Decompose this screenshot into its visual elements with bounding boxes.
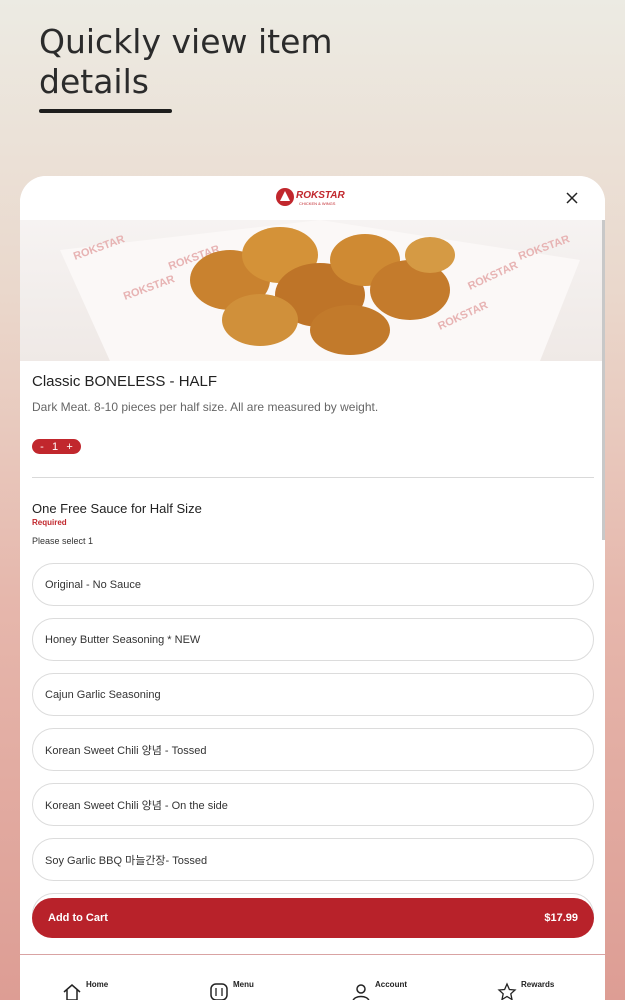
quantity-value: 1: [52, 440, 59, 453]
item-description: Dark Meat. 8-10 pieces per half size. Al…: [32, 400, 379, 414]
nav-rewards-label: Rewards: [521, 980, 555, 989]
svg-text:CHICKEN & WINGS: CHICKEN & WINGS: [299, 201, 336, 206]
account-icon: [352, 984, 370, 1000]
quantity-stepper[interactable]: - 1 +: [32, 439, 81, 454]
modifier-group-title: One Free Sauce for Half Size: [32, 501, 202, 516]
item-detail-sheet: ROKSTAR CHICKEN & WINGS ROKSTAR ROKSTAR …: [20, 176, 605, 1000]
promo-underline: [39, 109, 172, 113]
option-original-no-sauce[interactable]: Original - No Sauce: [32, 563, 594, 606]
increment-button[interactable]: +: [66, 441, 72, 453]
nav-menu-label: Menu: [233, 980, 254, 989]
rokstar-logo: ROKSTAR CHICKEN & WINGS: [276, 188, 345, 206]
nav-home[interactable]: Home: [62, 955, 182, 1000]
close-button[interactable]: [561, 187, 583, 209]
divider: [32, 477, 594, 478]
nav-home-label: Home: [86, 980, 109, 989]
menu-icon: [210, 983, 228, 1000]
option-cajun-garlic[interactable]: Cajun Garlic Seasoning: [32, 673, 594, 716]
scrollbar[interactable]: [602, 220, 605, 540]
option-honey-butter[interactable]: Honey Butter Seasoning * NEW: [32, 618, 594, 661]
nav-account-label: Account: [375, 980, 407, 989]
decrement-button[interactable]: -: [40, 441, 44, 453]
nav-account[interactable]: Account: [351, 955, 471, 1000]
add-to-cart-button[interactable]: Add to Cart $17.99: [32, 898, 594, 938]
required-label: Required: [32, 518, 67, 527]
option-korean-sweet-chili-side[interactable]: Korean Sweet Chili 양념 - On the side: [32, 783, 594, 826]
nav-menu[interactable]: Menu: [209, 955, 329, 1000]
svg-text:ROKSTAR: ROKSTAR: [296, 190, 345, 201]
option-korean-sweet-chili-tossed[interactable]: Korean Sweet Chili 양념 - Tossed: [32, 728, 594, 771]
home-icon: [63, 984, 81, 1000]
sheet-header: ROKSTAR CHICKEN & WINGS: [20, 176, 605, 220]
cart-price: $17.99: [544, 912, 578, 924]
close-icon: [566, 192, 578, 204]
bottom-nav: Home Menu Account Rewards: [20, 954, 605, 1000]
item-title: Classic BONELESS - HALF: [32, 373, 218, 390]
option-soy-garlic-bbq-tossed[interactable]: Soy Garlic BBQ 마늘간장- Tossed: [32, 838, 594, 881]
item-photo: ROKSTAR ROKSTAR ROKSTAR ROKSTAR ROKSTAR …: [20, 220, 603, 361]
selection-hint: Please select 1: [32, 536, 94, 546]
nav-rewards[interactable]: Rewards: [497, 955, 605, 1000]
add-to-cart-label: Add to Cart: [48, 912, 108, 924]
star-icon: [497, 982, 517, 1000]
promo-title: Quickly view item details: [39, 22, 333, 101]
